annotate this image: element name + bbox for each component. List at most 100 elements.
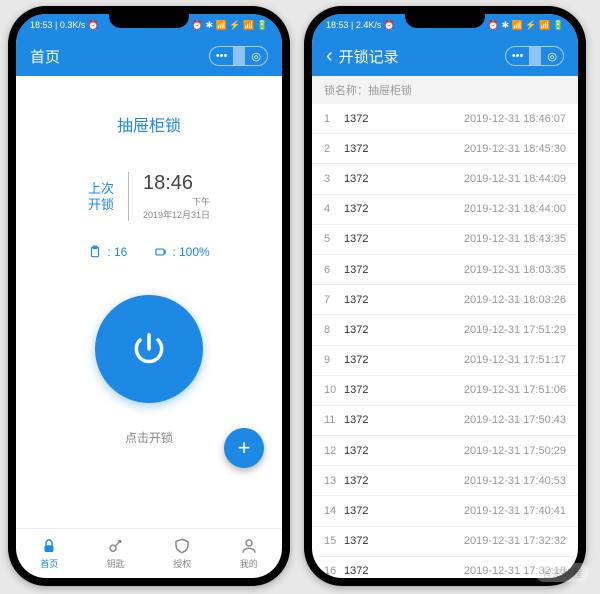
record-index: 3 (324, 173, 344, 185)
page-title: 开锁记录 (339, 46, 399, 67)
record-row[interactable]: 313722019-12-31 18:44:09 (312, 164, 578, 194)
record-index: 11 (324, 414, 344, 426)
notch (405, 14, 485, 28)
record-row[interactable]: 613722019-12-31 18:03:35 (312, 255, 578, 285)
record-timestamp: 2019-12-31 18:44:09 (398, 173, 566, 185)
record-index: 9 (324, 354, 344, 366)
record-code: 1372 (344, 143, 398, 155)
more-icon[interactable]: ••• (506, 50, 530, 62)
record-row[interactable]: 213722019-12-31 18:45:30 (312, 134, 578, 164)
lock-icon (40, 537, 58, 555)
unlock-button[interactable] (95, 295, 203, 403)
record-timestamp: 2019-12-31 18:43:35 (398, 233, 566, 245)
record-timestamp: 2019-12-31 17:50:29 (398, 445, 566, 457)
record-index: 6 (324, 264, 344, 276)
record-index: 4 (324, 203, 344, 215)
home-body: 抽屉柜锁 上次 开锁 18:46 下午 2019年12月31日 (16, 76, 282, 528)
record-code: 1372 (344, 173, 398, 185)
record-row[interactable]: 1413722019-12-31 17:40:41 (312, 496, 578, 526)
record-timestamp: 2019-12-31 17:51:29 (398, 324, 566, 336)
record-row[interactable]: 913722019-12-31 17:51:17 (312, 346, 578, 376)
last-unlock-row: 上次 开锁 18:46 下午 2019年12月31日 (88, 172, 210, 221)
lock-name: 抽屉柜锁 (117, 112, 181, 136)
record-timestamp: 2019-12-31 17:32:32 (398, 535, 566, 547)
record-timestamp: 2019-12-31 17:51:17 (398, 354, 566, 366)
last-unlock-date: 2019年12月31日 (143, 208, 210, 221)
record-code: 1372 (344, 113, 398, 125)
record-index: 13 (324, 475, 344, 487)
record-row[interactable]: 813722019-12-31 17:51:29 (312, 315, 578, 345)
tabbar: 首页 钥匙 授权 我的 (16, 528, 282, 578)
tab-auth[interactable]: 授权 (149, 529, 216, 578)
record-timestamp: 2019-12-31 18:46:07 (398, 113, 566, 125)
record-code: 1372 (344, 233, 398, 245)
page-title: 首页 (30, 46, 60, 67)
battery-icon (153, 245, 167, 259)
titlebar-records: 开锁记录 ••• ◎ (312, 36, 578, 76)
record-row[interactable]: 1113722019-12-31 17:50:43 (312, 406, 578, 436)
record-row[interactable]: 1313722019-12-31 17:40:53 (312, 466, 578, 496)
target-icon[interactable]: ◎ (541, 50, 563, 63)
record-code: 1372 (344, 475, 398, 487)
record-timestamp: 2019-12-31 18:44:00 (398, 203, 566, 215)
phone-home: 18:53 | 0.3K/s ⏰ ⏰ ✱ 📶 ⚡ 📶 🔋 首页 ••• ◎ 抽屉… (8, 6, 290, 586)
last-unlock-time: 18:46 (143, 172, 210, 195)
record-index: 5 (324, 233, 344, 245)
record-index: 14 (324, 505, 344, 517)
record-code: 1372 (344, 384, 398, 396)
watermark: 智家教程 (536, 563, 588, 582)
notch (109, 14, 189, 28)
record-timestamp: 2019-12-31 18:03:35 (398, 264, 566, 276)
record-timestamp: 2019-12-31 17:40:41 (398, 505, 566, 517)
record-code: 1372 (344, 264, 398, 276)
record-index: 7 (324, 294, 344, 306)
record-row[interactable]: 513722019-12-31 18:43:35 (312, 225, 578, 255)
record-code: 1372 (344, 535, 398, 547)
record-row[interactable]: 1513722019-12-31 17:32:32 (312, 527, 578, 557)
key-icon (107, 537, 125, 555)
record-index: 2 (324, 143, 344, 155)
record-index: 8 (324, 324, 344, 336)
tab-me[interactable]: 我的 (216, 529, 283, 578)
record-index: 12 (324, 445, 344, 457)
record-code: 1372 (344, 294, 398, 306)
record-code: 1372 (344, 505, 398, 517)
plus-icon: + (238, 435, 251, 461)
shield-icon (173, 537, 191, 555)
back-button[interactable] (326, 46, 333, 66)
records-subhead: 锁名称：抽屉柜锁 (312, 76, 578, 104)
record-index: 10 (324, 384, 344, 396)
tab-home[interactable]: 首页 (16, 529, 83, 578)
titlebar-home: 首页 ••• ◎ (16, 36, 282, 76)
add-button[interactable]: + (224, 428, 264, 468)
record-timestamp: 2019-12-31 17:51:06 (398, 384, 566, 396)
clipboard-icon (88, 245, 102, 259)
user-icon (240, 537, 258, 555)
record-row[interactable]: 113722019-12-31 18:46:07 (312, 104, 578, 134)
record-index: 1 (324, 113, 344, 125)
record-code: 1372 (344, 203, 398, 215)
record-code: 1372 (344, 565, 398, 577)
phone-records: 18:53 | 2.4K/s ⏰ ⏰ ✱ 📶 ⚡ 📶 🔋 开锁记录 ••• ◎ (304, 6, 586, 586)
record-code: 1372 (344, 414, 398, 426)
record-timestamp: 2019-12-31 18:03:26 (398, 294, 566, 306)
record-timestamp: 2019-12-31 17:50:43 (398, 414, 566, 426)
tap-hint: 点击开锁 (125, 429, 173, 446)
record-row[interactable]: 1213722019-12-31 17:50:29 (312, 436, 578, 466)
stats-row: : 16 : 100% (88, 245, 209, 259)
tab-keys[interactable]: 钥匙 (83, 529, 150, 578)
record-code: 1372 (344, 324, 398, 336)
record-timestamp: 2019-12-31 18:45:30 (398, 143, 566, 155)
record-timestamp: 2019-12-31 17:40:53 (398, 475, 566, 487)
record-row[interactable]: 1013722019-12-31 17:51:06 (312, 376, 578, 406)
records-list[interactable]: 113722019-12-31 18:46:07213722019-12-31 … (312, 104, 578, 578)
record-index: 16 (324, 565, 344, 577)
record-index: 15 (324, 535, 344, 547)
more-icon[interactable]: ••• (210, 50, 234, 62)
record-row[interactable]: 713722019-12-31 18:03:26 (312, 285, 578, 315)
miniprogram-menu[interactable]: ••• ◎ (209, 46, 268, 66)
record-row[interactable]: 413722019-12-31 18:44:00 (312, 195, 578, 225)
miniprogram-menu[interactable]: ••• ◎ (505, 46, 564, 66)
record-code: 1372 (344, 354, 398, 366)
target-icon[interactable]: ◎ (245, 50, 267, 63)
